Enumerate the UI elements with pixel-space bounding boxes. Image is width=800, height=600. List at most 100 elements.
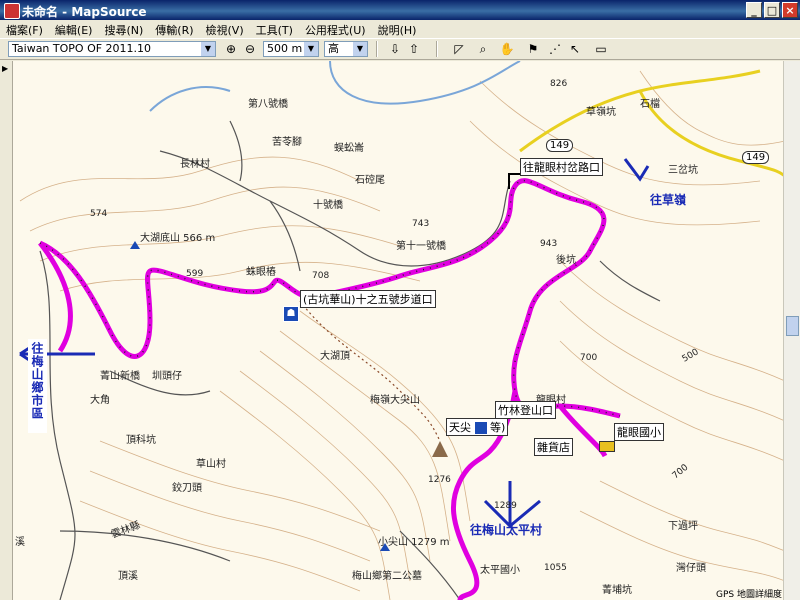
place-label: 苦苓腳 [272,137,302,148]
road-shield: 149 [546,139,574,152]
summit-marker [432,441,448,457]
place-label: 梅嶺大尖山 [370,395,420,406]
chevron-down-icon: ▼ [353,42,367,56]
waypoint-longyan-junction[interactable]: 往龍眼村岔路口 [520,158,603,176]
place-label: 蛛眼樁 [246,267,276,278]
map-view[interactable]: 長林村 第八號橋 苦苓腳 蜈蚣崙 石硿尾 十號橋 第十一號橋 大湖底山 566 … [0,61,800,600]
place-label: 大角 [90,395,110,406]
receive-from-device-icon[interactable]: ⇩ [386,41,404,57]
place-label: 大湖頂 [320,351,350,362]
toolbar: Taiwan TOPO OF 2011.10 ▼ ⊕ ⊖ 500 m ▼ 高 ▼… [0,38,800,60]
arrow-down-right-icon [623,158,650,182]
school-bus-icon [599,441,615,452]
place-label: 溪 [15,537,25,548]
title-bar: 未命名 - MapSource _ □ × [0,0,800,20]
place-label: 大湖底山 566 m [140,233,216,244]
maximize-button[interactable]: □ [764,2,780,18]
side-panel-toggle[interactable]: ▶ [0,61,13,600]
place-label: 圳頭仔 [152,371,182,382]
place-label: 蜈蚣崙 [334,143,364,154]
waypoint-zhulin-trailhead[interactable]: 竹林登山口 [495,401,556,419]
place-label: 頂科坑 [126,435,156,446]
place-label: 菁山新橋 [100,371,140,382]
waypoint-longyan-school[interactable]: 龍眼國小 [614,423,664,441]
hand-tool-icon[interactable]: ✋ [498,41,516,57]
hiker-icon[interactable]: ☗ [283,306,299,322]
elevation-label: 1276 [428,475,451,485]
vertical-scrollbar[interactable] [783,61,800,600]
detail-level-value: 高 [328,42,339,55]
minimize-button[interactable]: _ [746,2,762,18]
zoom-scale-select[interactable]: 500 m ▼ [263,41,319,57]
measure-tool-icon[interactable]: ▭ [592,41,610,57]
place-label: 石硿尾 [355,175,385,186]
place-label: 太平國小 [480,565,520,576]
elevation-label: 743 [412,219,430,229]
place-label: 第十一號橋 [396,241,446,252]
expand-arrow-icon: ▶ [2,64,9,73]
zoom-in-icon[interactable]: ⊕ [222,41,240,57]
place-label: 下過坪 [668,521,698,532]
chevron-down-icon: ▼ [304,42,318,56]
toolbar-separator [436,41,438,57]
menu-transfer[interactable]: 傳輸(R) [149,20,199,40]
menu-find[interactable]: 搜尋(N) [98,20,149,40]
place-label: 第八號橋 [248,99,288,110]
elevation-label: 708 [312,271,330,281]
menu-edit[interactable]: 編輯(E) [49,20,99,40]
toolbar-separator [376,41,378,57]
direction-label: 往梅山太平村 [470,523,543,537]
app-icon [4,3,20,19]
waypoint-tool-icon[interactable]: ⚑ [524,41,542,57]
place-label: 後坑 [556,255,576,266]
zoom-scale-value: 500 m [267,42,303,55]
place-label: 頂溪 [118,571,138,582]
menu-help[interactable]: 說明(H) [372,20,423,40]
close-button[interactable]: × [782,2,798,18]
waypoint-grocery[interactable]: 雜貨店 [534,438,573,456]
elevation-label: 700 [580,353,598,363]
menu-bar: 檔案(F) 編輯(E) 搜尋(N) 傳輸(R) 檢視(V) 工具(T) 公用程式(U) 說明(… [0,20,800,38]
place-label: 十號橋 [313,200,343,211]
route-tool-icon[interactable]: ⋰ [546,41,564,57]
direction-label: 往草嶺 [650,193,687,207]
place-label: 灣仔頭 [676,563,706,574]
window-title: 未命名 - MapSource [22,5,147,19]
detail-level-select[interactable]: 高 ▼ [324,41,368,57]
menu-utilities[interactable]: 公用程式(U) [299,20,372,40]
chevron-down-icon: ▼ [201,42,215,56]
place-label: 長林村 [180,159,210,170]
elevation-label: 574 [90,209,108,219]
place-label: 石檔 [640,99,660,110]
elevation-label: 599 [186,269,204,279]
place-label: 小尖山 1279 m [378,537,450,548]
scroll-thumb[interactable] [786,316,799,336]
map-detail-status: GPS 地圖詳細度 [714,587,784,600]
junction-marker-icon [508,173,520,189]
direction-label: 往梅山鄉市區 [28,339,47,433]
place-label: 三岔坑 [668,165,698,176]
send-to-device-icon[interactable]: ⇧ [405,41,423,57]
menu-file[interactable]: 檔案(F) [0,20,49,40]
menu-view[interactable]: 檢視(V) [200,20,250,40]
hiker-icon [474,422,487,434]
menu-tools[interactable]: 工具(T) [250,20,299,40]
elevation-label: 1055 [544,563,567,573]
zoom-out-icon[interactable]: ⊖ [241,41,259,57]
elevation-label: 826 [550,79,568,89]
place-label: 梅山鄉第二公墓 [352,571,422,582]
place-label: 草山村 [196,459,226,470]
pointer-tool-icon[interactable]: ↖ [566,41,584,57]
waypoint-tianjian[interactable]: 天尖 等) [446,418,509,436]
place-label: 草嶺坑 [586,107,616,118]
map-product-select[interactable]: Taiwan TOPO OF 2011.10 ▼ [8,41,216,57]
place-label: 菁埔坑 [602,585,632,596]
place-label: 鉸刀頭 [172,483,202,494]
selection-tool-icon[interactable]: ◸ [450,41,468,57]
map-product-value: Taiwan TOPO OF 2011.10 [12,42,152,55]
zoom-tool-icon[interactable]: ⌕ [474,41,492,57]
waypoint-trail-entrance[interactable]: (古坑華山)十之五號步道口 [300,290,436,308]
elevation-label: 1289 [494,501,517,511]
elevation-label: 943 [540,239,558,249]
road-shield: 149 [742,151,770,164]
